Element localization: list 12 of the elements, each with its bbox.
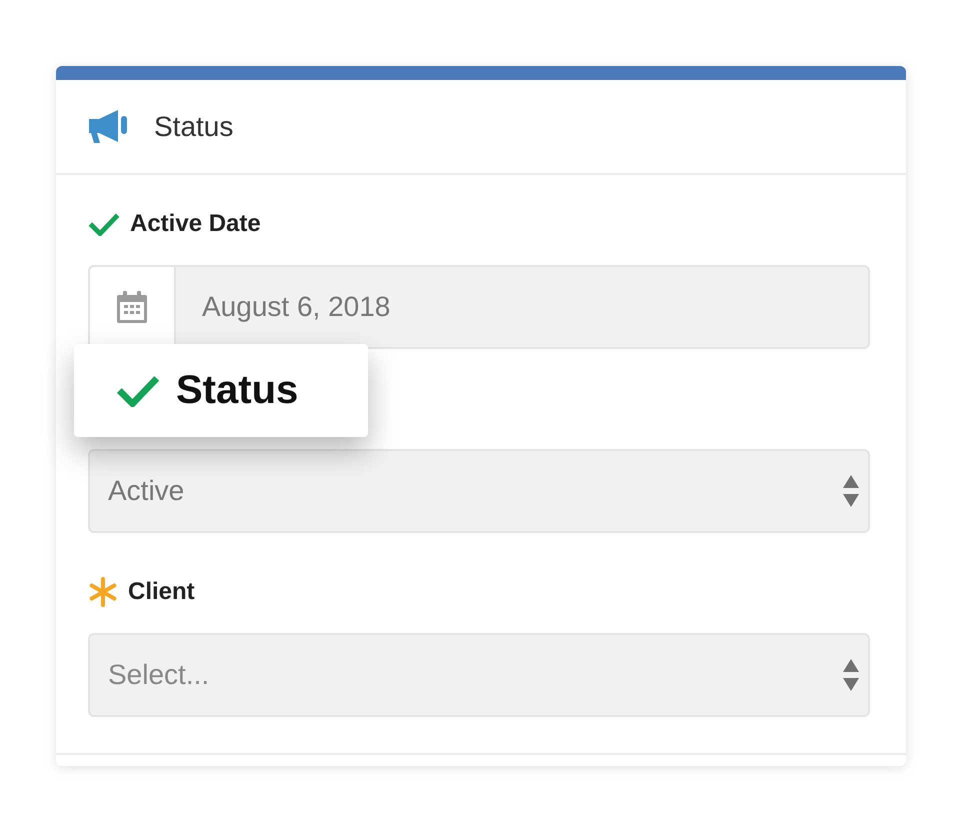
- date-field[interactable]: August 6, 2018: [176, 265, 870, 349]
- calendar-icon: [116, 290, 148, 324]
- sort-icon: [842, 474, 860, 508]
- check-icon: [116, 374, 160, 407]
- field-label: Active Date: [130, 210, 261, 238]
- panel-title: Status: [154, 110, 234, 142]
- label-tooltip: Status: [74, 344, 368, 437]
- field-label: Client: [128, 578, 195, 606]
- sort-icon: [842, 658, 860, 692]
- select-field[interactable]: Active: [88, 449, 870, 533]
- select-field[interactable]: Select...: [88, 633, 870, 717]
- megaphone-icon: [88, 108, 128, 144]
